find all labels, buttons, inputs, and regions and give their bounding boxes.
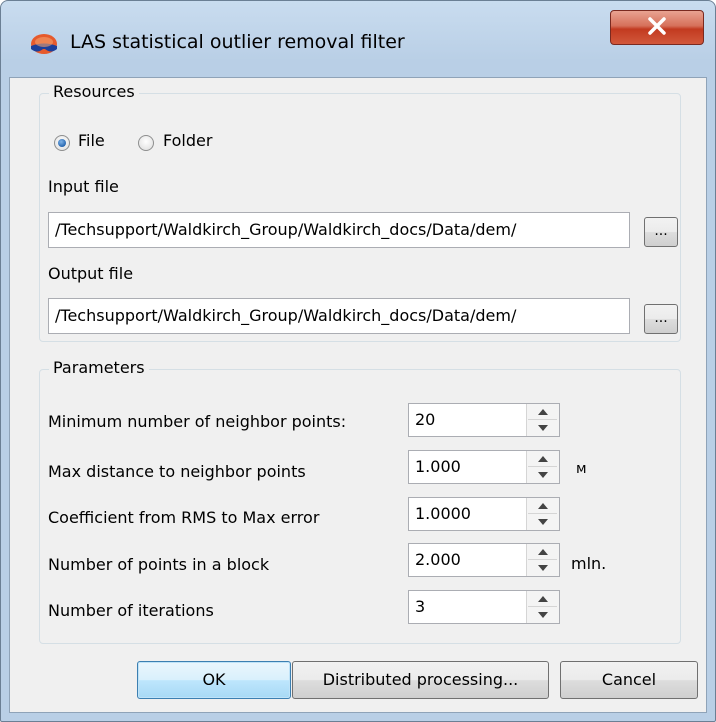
spinbox-value: 1.000 [415,457,461,476]
param-label-max-distance: Max distance to neighbor points [48,462,306,481]
spin-down-icon[interactable] [528,607,557,622]
dialog-window: LAS statistical outlier removal filter R… [0,0,716,722]
rms-coefficient-spinbox[interactable]: 1.0000 [408,497,560,531]
spin-up-icon[interactable] [528,451,557,467]
param-label-points-block: Number of points in a block [48,555,270,574]
parameters-group-label: Parameters [49,358,149,377]
radio-selected-dot [58,139,66,147]
distributed-processing-button[interactable]: Distributed processing... [292,661,549,699]
spin-down-icon[interactable] [528,420,557,435]
resources-group-label: Resources [49,82,139,101]
spinbox-value: 1.0000 [415,504,471,523]
spin-down-icon[interactable] [528,560,557,575]
output-file-browse-button[interactable]: ... [644,304,678,334]
close-button[interactable] [610,10,704,45]
spin-up-icon[interactable] [528,544,557,560]
param-label-min-neighbors: Minimum number of neighbor points: [48,412,347,431]
param-label-rms-coefficient: Coefficient from RMS to Max error [48,508,320,527]
folder-radio[interactable] [138,135,154,151]
param-unit-points-block: mln. [571,554,607,573]
ok-button[interactable]: OK [137,661,291,699]
title-bar: LAS statistical outlier removal filter [1,1,715,77]
spinbox-arrows [526,404,559,436]
input-file-label: Input file [48,177,119,196]
min-neighbors-spinbox[interactable]: 20 [408,403,560,437]
spinbox-value: 20 [415,410,436,429]
folder-radio-label[interactable]: Folder [163,131,212,150]
spin-down-icon[interactable] [528,514,557,529]
stereo-glasses-icon [29,33,59,59]
spinbox-arrows [526,591,559,623]
dialog-client-area: Resources File Folder Input file /Techsu… [9,77,707,713]
iterations-spinbox[interactable]: 3 [408,590,560,624]
output-file-field[interactable]: /Techsupport/Waldkirch_Group/Waldkirch_d… [48,298,630,334]
close-icon [647,16,667,39]
file-radio[interactable] [54,135,70,151]
input-file-field[interactable]: /Techsupport/Waldkirch_Group/Waldkirch_d… [48,212,630,248]
cancel-button[interactable]: Cancel [560,661,698,699]
spin-up-icon[interactable] [528,404,557,420]
output-file-label: Output file [48,264,134,283]
spin-up-icon[interactable] [528,591,557,607]
input-file-browse-button[interactable]: ... [644,217,678,247]
param-unit-max-distance: м [576,461,587,477]
spinbox-value: 2.000 [415,550,461,569]
spinbox-value: 3 [415,597,426,616]
spinbox-arrows [526,544,559,576]
spin-down-icon[interactable] [528,467,557,482]
spinbox-arrows [526,498,559,530]
file-radio-label[interactable]: File [78,131,105,150]
spin-up-icon[interactable] [528,498,557,514]
spinbox-arrows [526,451,559,483]
window-title: LAS statistical outlier removal filter [70,31,405,53]
points-block-spinbox[interactable]: 2.000 [408,543,560,577]
param-label-iterations: Number of iterations [48,601,214,620]
max-distance-spinbox[interactable]: 1.000 [408,450,560,484]
